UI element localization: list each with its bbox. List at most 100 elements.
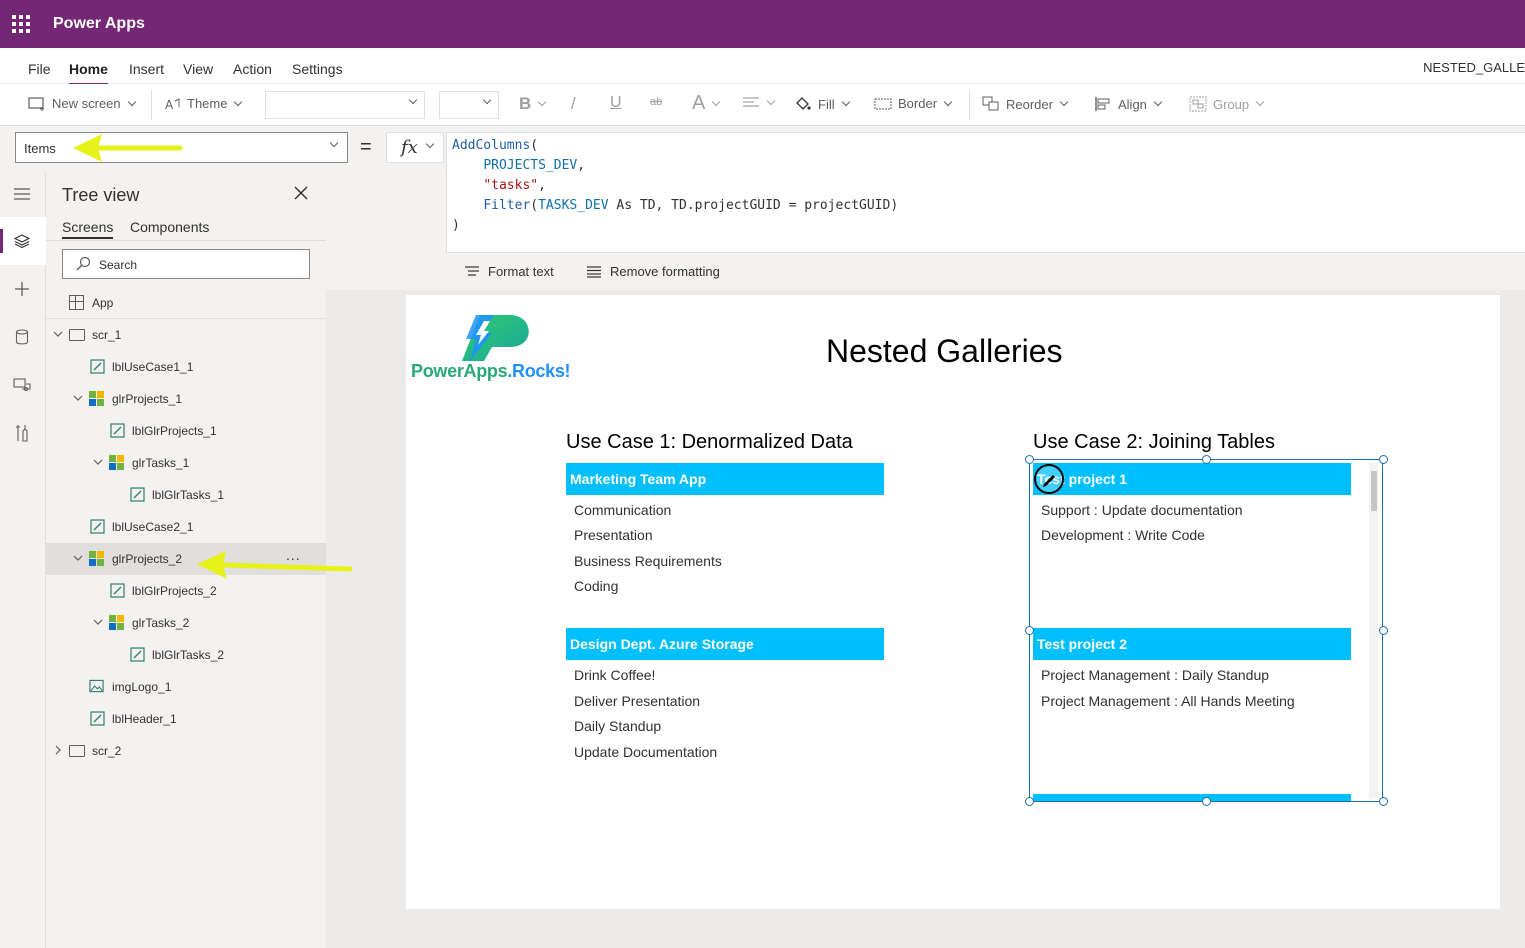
formula-code: AddColumns( PROJECTS_DEV, "tasks", Filte… (452, 138, 899, 233)
new-screen-label: New screen (52, 96, 121, 111)
tree-item-lblusecase1[interactable]: lblUseCase1_1 (46, 351, 326, 383)
border-icon (874, 98, 892, 109)
insert-icon[interactable] (11, 278, 33, 300)
font-family-dropdown[interactable] (265, 91, 425, 119)
theme-button[interactable]: A Theme (165, 96, 243, 111)
tree-item-lblusecase2[interactable]: lblUseCase2_1 (46, 511, 326, 543)
chevron-down-icon[interactable] (72, 552, 84, 564)
selected-gallery-outline[interactable] (1029, 459, 1383, 802)
italic-label: / (571, 94, 576, 113)
group-button[interactable]: Group (1189, 96, 1265, 112)
tree-item-lblglrtasks1[interactable]: lblGlrTasks_1 (46, 479, 326, 511)
format-text-label: Format text (488, 264, 554, 279)
gallery-project-header[interactable]: Marketing Team App (566, 463, 884, 495)
tab-screens[interactable]: Screens (62, 219, 114, 239)
tree-item-glrtasks1[interactable]: glrTasks_1 (46, 447, 326, 479)
tree-item-lblheader[interactable]: lblHeader_1 (46, 703, 326, 735)
font-size-dropdown[interactable] (439, 91, 499, 119)
tree-search-input[interactable]: Search (62, 249, 310, 279)
tree-item-scr2[interactable]: scr_2 (46, 735, 326, 767)
menu-home[interactable]: Home (69, 61, 108, 85)
font-color-button[interactable]: A (692, 92, 721, 115)
tree-item-glrtasks2[interactable]: glrTasks_2 (46, 607, 326, 639)
equals-sign: = (360, 136, 372, 158)
logo-text-main: PowerApps (411, 361, 508, 381)
divider (46, 240, 326, 241)
chevron-down-icon[interactable] (72, 392, 84, 404)
reorder-label: Reorder (1006, 96, 1053, 112)
task-item: Communication (574, 502, 672, 518)
task-item: Business Requirements (574, 553, 722, 569)
chevron-down-icon (408, 95, 418, 105)
formula-editor[interactable]: AddColumns( PROJECTS_DEV, "tasks", Filte… (446, 132, 1525, 253)
chevron-down-icon (329, 138, 339, 148)
use-case-1-title[interactable]: Use Case 1: Denormalized Data (566, 431, 853, 454)
chevron-down-icon[interactable] (52, 328, 64, 340)
use-case-2-title[interactable]: Use Case 2: Joining Tables (1033, 431, 1275, 454)
resize-handle[interactable] (1025, 626, 1034, 635)
resize-handle[interactable] (1379, 797, 1388, 806)
resize-handle[interactable] (1379, 626, 1388, 635)
chevron-down-icon[interactable] (92, 456, 104, 468)
chevron-down-icon[interactable] (92, 616, 104, 628)
resize-handle[interactable] (1202, 455, 1211, 464)
menu-insert[interactable]: Insert (129, 61, 164, 77)
resize-handle[interactable] (1025, 797, 1034, 806)
new-screen-button[interactable]: New screen (28, 96, 136, 111)
tree-item-label: glrProjects_2 (112, 552, 183, 566)
hamburger-menu-icon[interactable] (11, 183, 33, 205)
tree-item-label: glrProjects_1 (112, 392, 183, 406)
formula-tools: Format text Remove formatting (446, 253, 1525, 290)
tree-item-scr1[interactable]: scr_1 (46, 319, 326, 351)
tree-item-lblglrtasks2[interactable]: lblGlrTasks_2 (46, 639, 326, 671)
app-icon (69, 295, 84, 310)
menu-view[interactable]: View (183, 61, 213, 77)
italic-button[interactable]: / (571, 94, 576, 114)
task-item: Presentation (574, 527, 653, 543)
align-label: Align (1118, 96, 1147, 112)
close-icon[interactable] (292, 184, 310, 202)
reorder-button[interactable]: Reorder (982, 96, 1069, 112)
page-title[interactable]: Nested Galleries (826, 333, 1063, 370)
tree-item-imglogo[interactable]: imgLogo_1 (46, 671, 326, 703)
tree-item-glrprojects1[interactable]: glrProjects_1 (46, 383, 326, 415)
chevron-right-icon[interactable] (52, 744, 64, 756)
gallery-project-header[interactable]: Design Dept. Azure Storage (566, 628, 884, 660)
remove-formatting-button[interactable]: Remove formatting (586, 264, 720, 279)
strikethrough-button[interactable]: ab (650, 96, 662, 108)
title-bar: Power Apps (0, 0, 1525, 48)
new-screen-icon (28, 96, 44, 111)
underline-button[interactable]: U (610, 94, 622, 112)
fill-button[interactable]: Fill (794, 96, 850, 112)
project-name: Marketing Team App (570, 471, 707, 487)
data-icon[interactable] (11, 326, 33, 348)
media-icon[interactable] (11, 374, 33, 396)
resize-handle[interactable] (1379, 455, 1388, 464)
group-icon (1189, 96, 1207, 112)
app-canvas[interactable]: PowerApps.Rocks! Nested Galleries Use Ca… (406, 295, 1500, 909)
task-item: Deliver Presentation (574, 693, 701, 709)
bold-button[interactable]: B (519, 94, 547, 114)
border-button[interactable]: Border (874, 96, 953, 111)
resize-handle[interactable] (1025, 455, 1034, 464)
reorder-icon (982, 96, 999, 111)
logo-text-accent: .Rocks! (507, 361, 571, 381)
tree-item-label: lblUseCase1_1 (112, 360, 194, 374)
label-icon (90, 519, 105, 534)
menu-action[interactable]: Action (233, 61, 272, 77)
edit-gallery-icon[interactable] (1034, 464, 1064, 494)
tree-item-lblglrprojects1[interactable]: lblGlrProjects_1 (46, 415, 326, 447)
menu-settings[interactable]: Settings (292, 61, 343, 77)
tree-view-icon[interactable] (11, 230, 33, 252)
ribbon-toolbar: New screen A Theme B / U ab A Fill Borde… (0, 84, 1525, 126)
advanced-tools-icon[interactable] (11, 422, 33, 444)
function-button[interactable]: fx (386, 132, 444, 163)
menu-file[interactable]: File (28, 61, 51, 77)
resize-handle[interactable] (1202, 797, 1211, 806)
format-text-button[interactable]: Format text (464, 264, 554, 279)
tab-components[interactable]: Components (130, 219, 209, 235)
text-align-button[interactable] (742, 96, 776, 110)
app-launcher-icon[interactable] (12, 15, 30, 33)
align-button[interactable]: Align (1094, 96, 1163, 112)
tree-item-app[interactable]: App (46, 287, 326, 319)
